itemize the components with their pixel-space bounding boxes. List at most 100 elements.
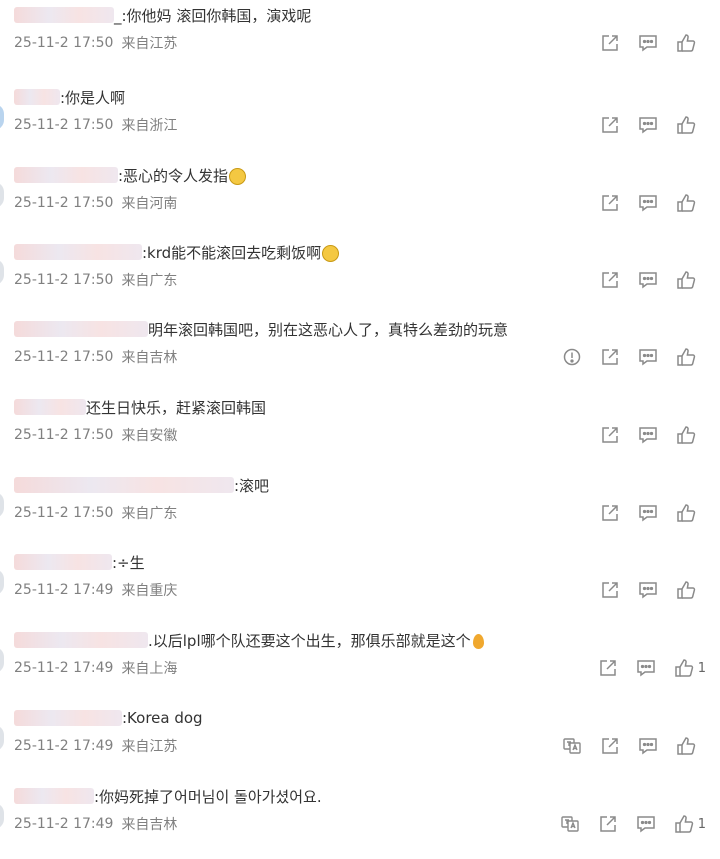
blurred-username[interactable] [14,399,86,415]
reply-icon[interactable] [638,33,658,53]
comment-date: 25-11-2 17:50 [14,505,114,521]
blurred-username[interactable] [14,554,112,570]
share-icon[interactable] [600,503,620,523]
avatar[interactable] [0,492,4,518]
comment-item: _:你他妈 滚回你韩国，演戏呢 25-11-2 17:50 来自江苏 [0,4,720,82]
thumbs-up-icon[interactable] [676,425,696,445]
share-icon[interactable] [600,580,620,600]
blurred-username[interactable] [14,244,142,260]
comment-meta: 25-11-2 17:49 来自上海 [14,658,177,678]
reply-icon[interactable] [636,658,656,678]
like-button[interactable] [676,347,700,367]
comment-text: :滚吧 [234,476,270,495]
share-icon[interactable] [600,270,620,290]
reply-icon[interactable] [638,580,658,600]
comment-date: 25-11-2 17:50 [14,117,114,133]
reply-icon[interactable] [638,193,658,213]
avatar[interactable] [0,725,4,751]
blurred-username[interactable] [14,632,148,648]
comment-line: :恶心的令人发指 [14,164,247,186]
avatar[interactable] [0,647,4,673]
comment-text: :÷生 [112,553,145,572]
reply-icon[interactable] [638,270,658,290]
comment-date: 25-11-2 17:50 [14,349,114,365]
translate-icon[interactable] [562,736,582,756]
reply-icon[interactable] [638,503,658,523]
thumbs-up-icon[interactable] [676,270,696,290]
share-icon[interactable] [600,736,620,756]
like-button[interactable] [676,115,700,135]
thumbs-up-icon[interactable] [676,580,696,600]
like-button[interactable] [676,503,700,523]
comment-text: :Korea dog [122,709,203,727]
comment-actions [544,345,700,369]
reply-icon[interactable] [636,814,656,834]
comment-location: 来自吉林 [121,350,178,366]
reply-icon[interactable] [638,736,658,756]
comment-item: 明年滚回韩国吧，别在这恶心人了，真特么差劲的玩意 25-11-2 17:50 来… [0,314,720,392]
like-button[interactable] [676,270,700,290]
comment-meta: 25-11-2 17:50 来自江苏 [14,33,177,53]
thumbs-up-icon[interactable] [674,658,694,678]
blurred-username[interactable] [14,710,122,726]
thumbs-up-icon[interactable] [676,115,696,135]
thumbs-up-icon[interactable] [676,193,696,213]
comment-meta: 25-11-2 17:50 来自河南 [14,193,177,213]
comment-meta: 25-11-2 17:50 来自广东 [14,270,177,290]
share-icon[interactable] [600,347,620,367]
comment-meta: 25-11-2 17:49 来自吉林 [14,814,177,834]
like-button[interactable]: 1 [674,658,706,678]
comment-text: :krd能不能滚回去吃剩饭啊 [142,243,322,262]
like-button[interactable] [676,193,700,213]
share-icon[interactable] [600,115,620,135]
avatar[interactable] [0,803,4,829]
like-button[interactable] [676,425,700,445]
comment-text: _:你他妈 滚回你韩国，演戏呢 [114,6,312,25]
blurred-username[interactable] [14,89,60,105]
like-button[interactable] [676,33,700,53]
report-icon[interactable] [562,347,582,367]
translate-icon[interactable] [560,814,580,834]
like-count: 1 [697,660,706,676]
comment-actions [544,734,700,758]
comment-location: 来自河南 [121,196,178,212]
reply-icon[interactable] [638,115,658,135]
blurred-username[interactable] [14,788,94,804]
blurred-username[interactable] [14,321,148,337]
comment-location: 来自江苏 [121,739,178,755]
reply-icon[interactable] [638,347,658,367]
thumbs-up-icon[interactable] [676,347,696,367]
share-icon[interactable] [598,658,618,678]
comment-line: :÷生 [14,551,145,573]
comment-line: 明年滚回韩国吧，别在这恶心人了，真特么差劲的玩意 [14,318,508,340]
like-button[interactable]: 1 [674,814,706,834]
avatar[interactable] [0,569,4,595]
comment-line: 还生日快乐，赶紧滚回韩国 [14,396,266,418]
reply-icon[interactable] [638,425,658,445]
comment-text: :你是人啊 [60,88,126,107]
blurred-username[interactable] [14,7,114,23]
comment-actions: 1 [580,656,706,680]
comment-meta: 25-11-2 17:49 来自重庆 [14,580,177,600]
thumbs-up-icon[interactable] [676,736,696,756]
avatar[interactable] [0,104,4,130]
avatar[interactable] [0,182,4,208]
comment-text: 明年滚回韩国吧，别在这恶心人了，真特么差劲的玩意 [148,320,509,339]
share-icon[interactable] [598,814,618,834]
thumbs-up-icon[interactable] [674,814,694,834]
share-icon[interactable] [600,33,620,53]
thumbs-up-icon[interactable] [676,503,696,523]
blurred-username[interactable] [14,167,118,183]
share-icon[interactable] [600,193,620,213]
drop-emoji-icon [472,633,484,649]
comment-location: 来自广东 [121,506,178,522]
blurred-username[interactable] [14,477,234,493]
comment-line: :krd能不能滚回去吃剩饭啊 [14,241,340,263]
avatar[interactable] [0,259,4,285]
like-button[interactable] [676,736,700,756]
thumbs-up-icon[interactable] [676,33,696,53]
share-icon[interactable] [600,425,620,445]
comment-actions [582,31,700,55]
comment-meta: 25-11-2 17:50 来自广东 [14,503,177,523]
like-button[interactable] [676,580,700,600]
